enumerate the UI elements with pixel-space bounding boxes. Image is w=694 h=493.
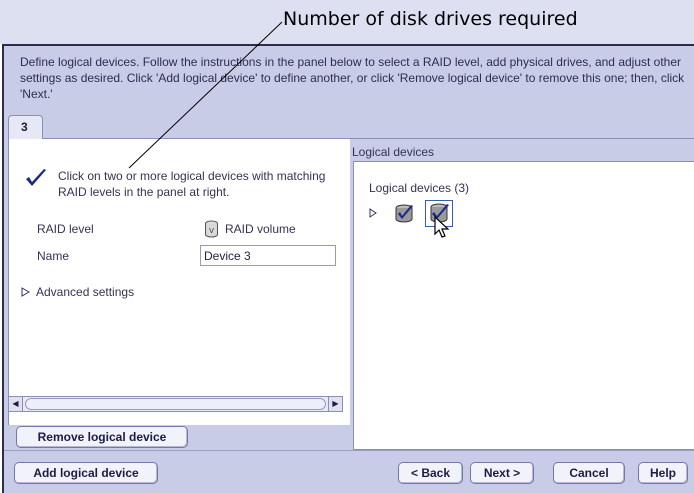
next-button[interactable]: Next >: [470, 462, 534, 484]
checkmark-icon: [26, 169, 46, 186]
scroll-left-icon[interactable]: ◀: [9, 397, 23, 411]
mouse-cursor-icon: [434, 216, 450, 238]
logical-devices-tree-title: Logical devices (3): [369, 181, 470, 195]
tree-expand-arrow-icon[interactable]: [369, 208, 377, 218]
raid-level-value: RAID volume: [225, 222, 296, 236]
cancel-button[interactable]: Cancel: [553, 462, 625, 484]
tab-3[interactable]: 3: [8, 115, 43, 139]
scroll-thumb[interactable]: [25, 398, 326, 410]
expand-arrow-icon[interactable]: [21, 287, 30, 297]
scroll-right-icon[interactable]: ▶: [328, 397, 342, 411]
raid-volume-icon: V: [205, 220, 218, 238]
select-devices-instruction: Click on two or more logical devices wit…: [58, 169, 326, 199]
raid-level-label: RAID level: [37, 222, 94, 236]
advanced-settings-toggle[interactable]: Advanced settings: [36, 285, 134, 299]
svg-text:V: V: [209, 227, 214, 235]
callout-label: Number of disk drives required: [283, 8, 578, 30]
instructions-text: Define logical devices. Follow the instr…: [20, 55, 685, 101]
device-name-field[interactable]: [200, 245, 336, 266]
horizontal-scrollbar[interactable]: ◀ ▶: [8, 396, 343, 412]
add-logical-device-button[interactable]: Add logical device: [14, 462, 158, 484]
back-button[interactable]: < Back: [398, 462, 463, 484]
help-button[interactable]: Help: [638, 462, 688, 484]
logical-devices-header: Logical devices: [352, 145, 435, 159]
name-label: Name: [37, 249, 70, 263]
logical-device-icon[interactable]: [393, 203, 415, 225]
remove-logical-device-button[interactable]: Remove logical device: [16, 426, 188, 448]
